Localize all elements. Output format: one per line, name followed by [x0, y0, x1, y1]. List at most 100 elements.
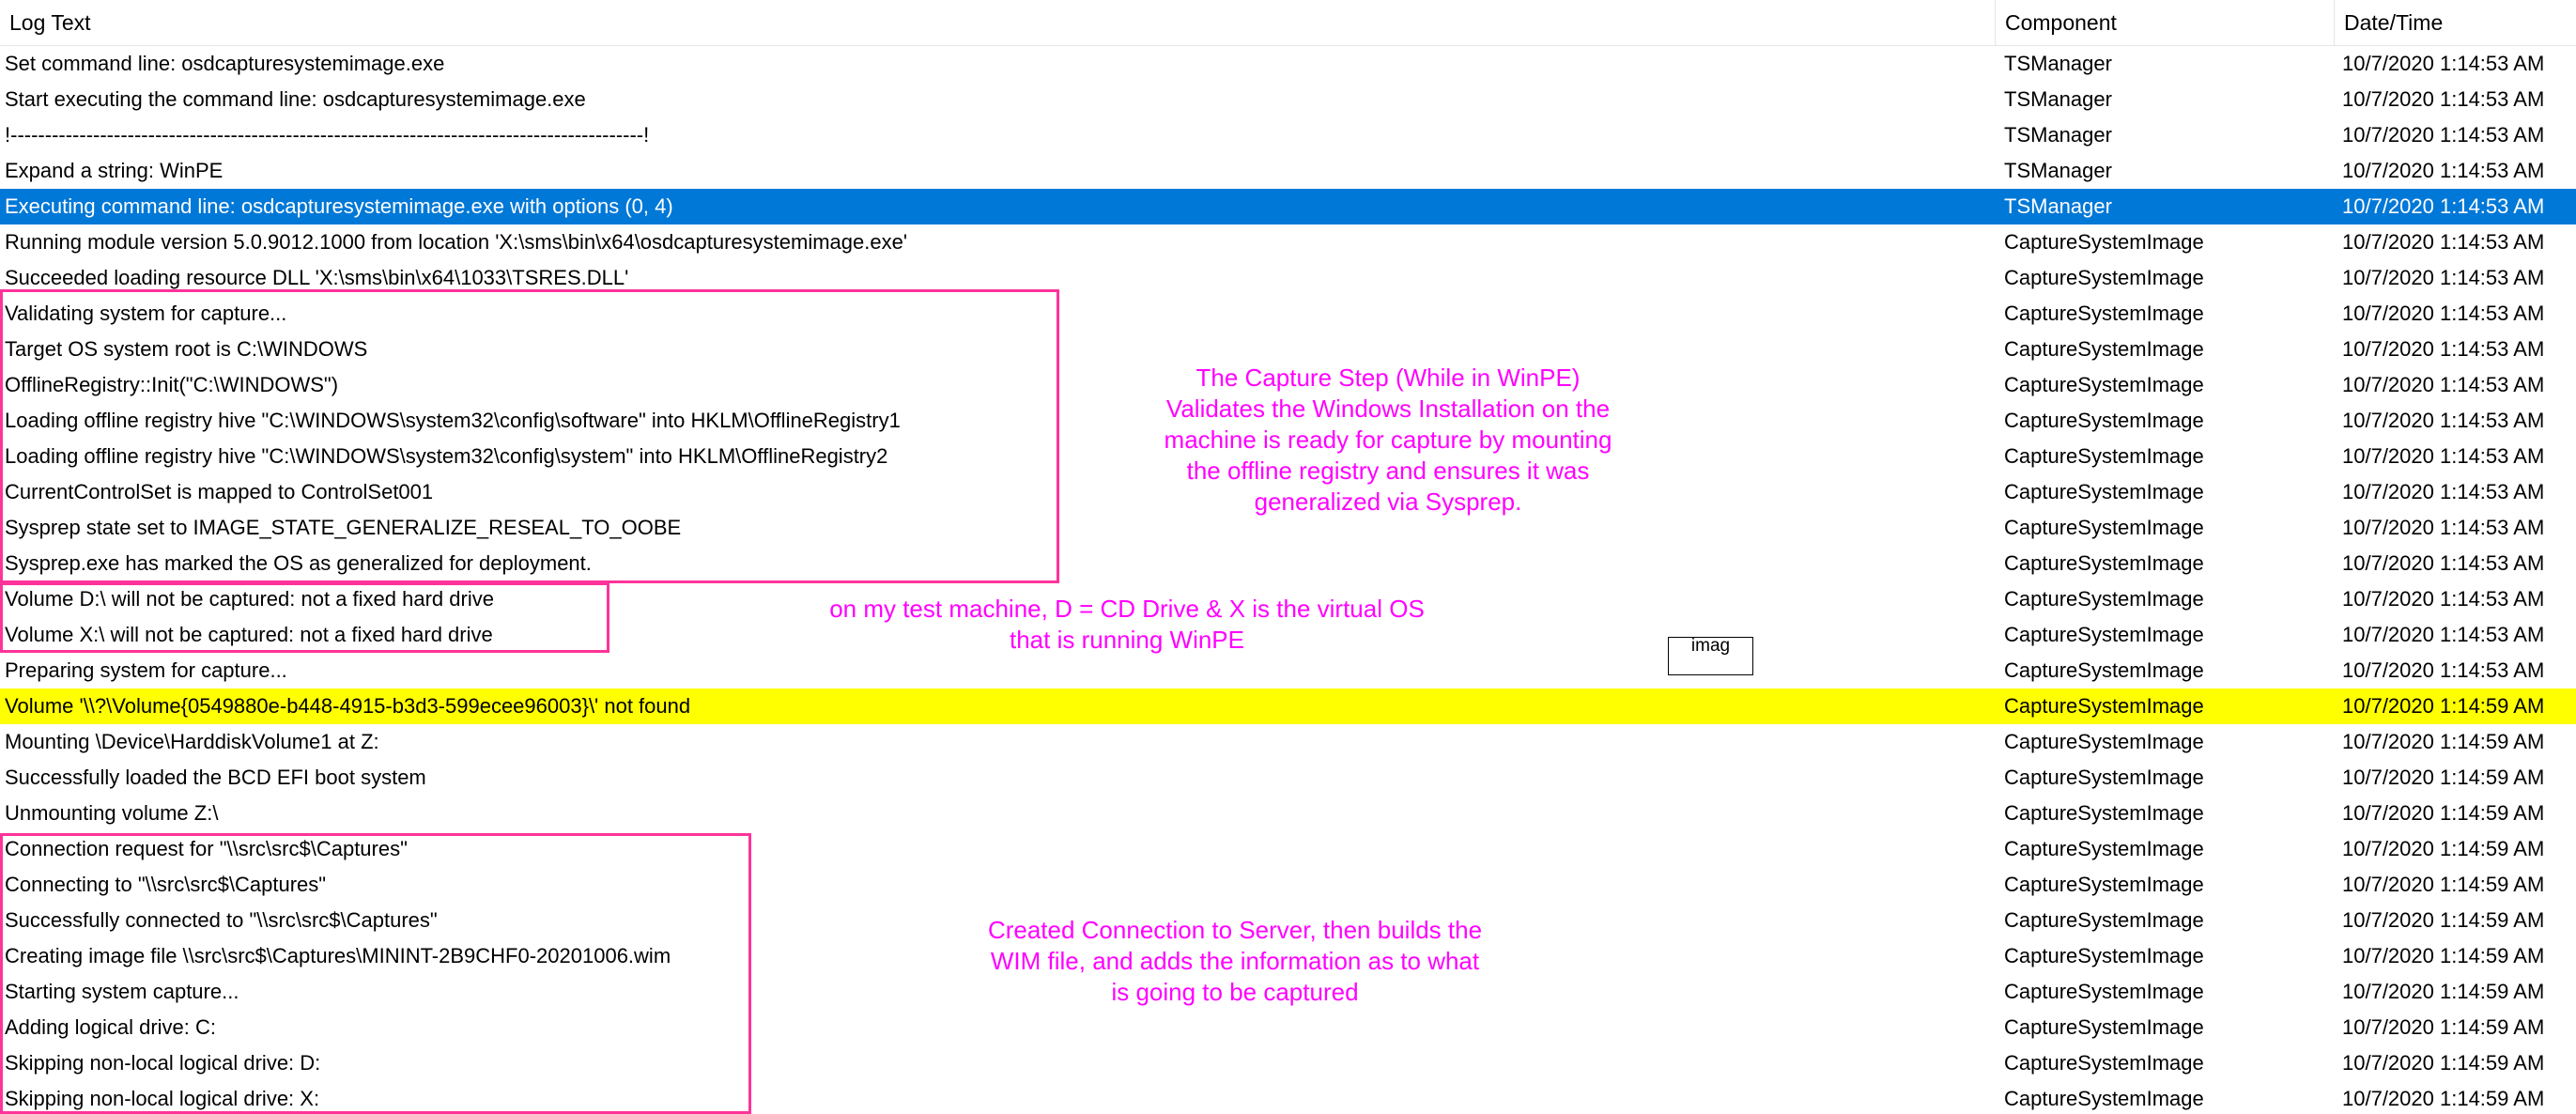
connection-note: Created Connection to Server, then build…	[930, 915, 1540, 1008]
drive-note-line: on my test machine, D = CD Drive & X is …	[829, 595, 1425, 623]
log-row[interactable]: Executing command line: osdcapturesystem…	[0, 189, 2576, 224]
drive-note-line: that is running WinPE	[1009, 626, 1244, 654]
component-cell: CaptureSystemImage	[2004, 516, 2204, 539]
log-text-cell: Expand a string: WinPE	[5, 159, 224, 182]
component-cell: CaptureSystemImage	[2004, 337, 2204, 361]
log-row[interactable]: Successfully loaded the BCD EFI boot sys…	[0, 760, 2576, 796]
datetime-cell: 10/7/2020 1:14:59 AM	[2342, 1051, 2545, 1075]
column-header-log-text[interactable]: Log Text	[0, 0, 1995, 45]
component-cell: CaptureSystemImage	[2004, 730, 2204, 753]
log-text-cell: Start executing the command line: osdcap…	[5, 87, 586, 111]
datetime-cell: 10/7/2020 1:14:53 AM	[2342, 587, 2545, 611]
datetime-cell: 10/7/2020 1:14:59 AM	[2342, 908, 2545, 932]
datetime-cell: 10/7/2020 1:14:59 AM	[2342, 801, 2545, 825]
log-text-cell: Running module version 5.0.9012.1000 fro…	[5, 230, 908, 254]
connection-note-line: Created Connection to Server, then build…	[987, 916, 1483, 944]
component-cell: CaptureSystemImage	[2004, 1087, 2204, 1110]
component-cell: CaptureSystemImage	[2004, 908, 2204, 932]
datetime-cell: 10/7/2020 1:14:53 AM	[2342, 123, 2545, 147]
drive-highlight-box	[0, 582, 609, 653]
component-cell: TSManager	[2004, 87, 2112, 111]
component-cell: CaptureSystemImage	[2004, 944, 2204, 967]
datetime-cell: 10/7/2020 1:14:59 AM	[2342, 873, 2545, 896]
connection-note-line: WIM file, and adds the information as to…	[990, 947, 1480, 975]
datetime-cell: 10/7/2020 1:14:53 AM	[2342, 302, 2545, 325]
datetime-cell: 10/7/2020 1:14:53 AM	[2342, 480, 2545, 503]
component-cell: CaptureSystemImage	[2004, 980, 2204, 1003]
component-cell: CaptureSystemImage	[2004, 658, 2204, 682]
datetime-cell: 10/7/2020 1:14:59 AM	[2342, 980, 2545, 1003]
datetime-cell: 10/7/2020 1:14:53 AM	[2342, 373, 2545, 396]
datetime-cell: 10/7/2020 1:14:59 AM	[2342, 837, 2545, 860]
component-cell: TSManager	[2004, 194, 2112, 218]
tooltip-fragment-text: imag	[1690, 637, 1731, 656]
log-row[interactable]: Volume '\\?\Volume{0549880e-b448-4915-b3…	[0, 689, 2576, 724]
datetime-cell: 10/7/2020 1:14:59 AM	[2342, 766, 2545, 789]
tooltip-fragment: imag	[1668, 637, 1753, 675]
component-cell: CaptureSystemImage	[2004, 873, 2204, 896]
datetime-cell: 10/7/2020 1:14:59 AM	[2342, 730, 2545, 753]
validation-note-line: the offline registry and ensures it was	[1186, 456, 1590, 485]
component-cell: CaptureSystemImage	[2004, 409, 2204, 432]
validation-note-line: generalized via Sysprep.	[1254, 487, 1522, 516]
component-cell: CaptureSystemImage	[2004, 302, 2204, 325]
validation-note-line: The Capture Step (While in WinPE)	[1195, 364, 1581, 392]
drive-note: on my test machine, D = CD Drive & X is …	[742, 594, 1512, 656]
datetime-cell: 10/7/2020 1:14:53 AM	[2342, 658, 2545, 682]
component-cell: CaptureSystemImage	[2004, 766, 2204, 789]
validation-highlight-box	[0, 289, 1059, 583]
component-cell: CaptureSystemImage	[2004, 801, 2204, 825]
datetime-cell: 10/7/2020 1:14:53 AM	[2342, 409, 2545, 432]
log-row[interactable]: Mounting \Device\HarddiskVolume1 at Z: Ca…	[0, 724, 2576, 760]
component-cell: TSManager	[2004, 123, 2112, 147]
log-text-cell: Volume '\\?\Volume{0549880e-b448-4915-b3…	[5, 694, 691, 718]
validation-note-line: Validates the Windows Installation on th…	[1165, 395, 1611, 423]
validation-note: The Capture Step (While in WinPE) Valida…	[1116, 363, 1660, 518]
component-cell: CaptureSystemImage	[2004, 551, 2204, 575]
connection-note-line: is going to be captured	[1111, 978, 1359, 1006]
component-cell: CaptureSystemImage	[2004, 266, 2204, 289]
log-row[interactable]: Start executing the command line: osdcap…	[0, 82, 2576, 117]
datetime-cell: 10/7/2020 1:14:53 AM	[2342, 444, 2545, 468]
datetime-cell: 10/7/2020 1:14:53 AM	[2342, 516, 2545, 539]
log-row[interactable]: Preparing system for capture... CaptureSy…	[0, 653, 2576, 689]
log-column-header: Log Text Component Date/Time	[0, 0, 2576, 46]
component-cell: CaptureSystemImage	[2004, 1051, 2204, 1075]
datetime-cell: 10/7/2020 1:14:53 AM	[2342, 266, 2545, 289]
log-text-cell: !---------------------------------------…	[5, 123, 650, 147]
component-cell: CaptureSystemImage	[2004, 837, 2204, 860]
validation-note-line: machine is ready for capture by mounting	[1164, 425, 1612, 454]
datetime-cell: 10/7/2020 1:14:59 AM	[2342, 694, 2545, 718]
column-header-datetime[interactable]: Date/Time	[2335, 0, 2576, 45]
component-cell: CaptureSystemImage	[2004, 694, 2204, 718]
datetime-cell: 10/7/2020 1:14:53 AM	[2342, 87, 2545, 111]
log-row[interactable]: Running module version 5.0.9012.1000 fro…	[0, 224, 2576, 260]
datetime-cell: 10/7/2020 1:14:53 AM	[2342, 52, 2545, 75]
datetime-cell: 10/7/2020 1:14:53 AM	[2342, 230, 2545, 254]
log-row[interactable]: Unmounting volume Z:\ CaptureSystemImage 1…	[0, 796, 2576, 831]
log-text-cell: Mounting \Device\HarddiskVolume1 at Z:	[5, 730, 379, 753]
log-text-cell: Executing command line: osdcapturesystem…	[5, 194, 673, 218]
log-row[interactable]: Expand a string: WinPE TSManager 10/7/2020…	[0, 153, 2576, 189]
component-cell: CaptureSystemImage	[2004, 373, 2204, 396]
datetime-cell: 10/7/2020 1:14:59 AM	[2342, 1015, 2545, 1039]
component-cell: CaptureSystemImage	[2004, 480, 2204, 503]
component-cell: CaptureSystemImage	[2004, 587, 2204, 611]
datetime-cell: 10/7/2020 1:14:59 AM	[2342, 1087, 2545, 1110]
datetime-cell: 10/7/2020 1:14:59 AM	[2342, 944, 2545, 967]
connection-highlight-box	[0, 833, 751, 1114]
component-cell: CaptureSystemImage	[2004, 623, 2204, 646]
datetime-cell: 10/7/2020 1:14:53 AM	[2342, 623, 2545, 646]
datetime-cell: 10/7/2020 1:14:53 AM	[2342, 159, 2545, 182]
column-header-component[interactable]: Component	[1996, 0, 2334, 45]
component-cell: CaptureSystemImage	[2004, 1015, 2204, 1039]
log-text-cell: Set command line: osdcapturesystemimage.…	[5, 52, 445, 75]
component-cell: TSManager	[2004, 159, 2112, 182]
component-cell: TSManager	[2004, 52, 2112, 75]
log-text-cell: Successfully loaded the BCD EFI boot sys…	[5, 766, 426, 789]
log-row[interactable]: Set command line: osdcapturesystemimage.…	[0, 46, 2576, 82]
datetime-cell: 10/7/2020 1:14:53 AM	[2342, 551, 2545, 575]
log-row[interactable]: !---------------------------------------…	[0, 117, 2576, 153]
component-cell: CaptureSystemImage	[2004, 444, 2204, 468]
log-text-cell: Unmounting volume Z:\	[5, 801, 219, 825]
